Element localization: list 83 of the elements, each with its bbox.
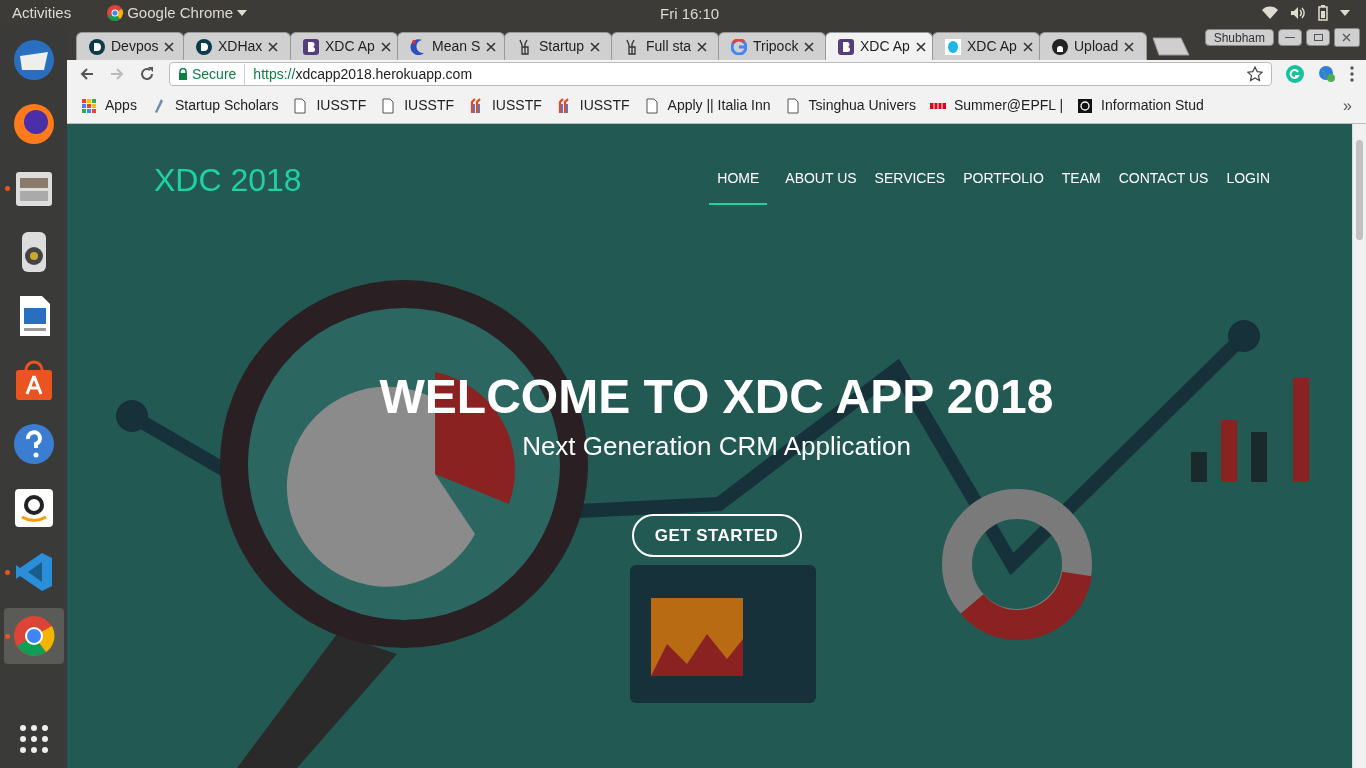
browser-tab[interactable]: Devpos [76,32,184,60]
tab-close-icon[interactable] [164,41,175,52]
nav-link[interactable]: CONTACT US [1118,154,1209,205]
battery-icon[interactable] [1318,5,1328,21]
address-bar[interactable]: Secure https://xdcapp2018.herokuapp.com [169,62,1272,86]
wifi-icon[interactable] [1262,6,1278,20]
bookmark-item[interactable]: Tsinghua Univers [784,95,916,116]
bookmark-item[interactable]: Apps [81,95,137,116]
browser-tab[interactable]: XDC Ap [290,32,398,60]
bookmark-item[interactable]: IUSSTF [555,95,630,116]
app-grid-icon[interactable] [18,724,49,754]
b-logo-icon [838,38,854,55]
tab-close-icon[interactable] [804,41,815,52]
activities-button[interactable]: Activities [0,1,84,25]
system-menu-caret-icon[interactable] [1340,10,1350,16]
b-logo-icon [303,38,319,55]
chrome-icon [107,5,124,21]
scrollbar[interactable] [1352,124,1366,768]
dropdown-caret-icon [237,10,248,16]
bookmark-item[interactable]: Apply || Italia Inn [643,95,771,116]
url-text: https://xdcapp2018.herokuapp.com [252,64,473,84]
bookmark-item[interactable]: IUSSTF [292,95,367,116]
nav-link[interactable]: PORTFOLIO [963,154,1044,205]
restore-button[interactable] [1306,29,1330,46]
bookmark-star-icon[interactable] [1247,66,1263,82]
volume-icon[interactable] [1290,6,1306,20]
tab-close-icon[interactable] [1124,41,1135,52]
bookmark-item[interactable]: Summer@EPFL | [929,95,1064,116]
close-button[interactable] [1334,28,1360,47]
app-menu[interactable]: Google Chrome [107,1,248,25]
globe-extension-icon[interactable] [1318,65,1336,83]
menu-icon[interactable] [1350,66,1354,82]
tab-close-icon[interactable] [268,41,279,52]
page-icon [784,97,801,114]
crescent-icon [410,38,426,55]
browser-tab[interactable]: Upload [1039,32,1147,60]
chrome-icon[interactable] [11,614,56,658]
clock[interactable]: Fri 16:10 [660,3,720,26]
help-icon[interactable] [11,422,56,466]
browser-tab[interactable]: Full sta [611,32,719,60]
google-icon [731,38,747,55]
bookmark-item[interactable]: Startup Scholars [150,95,279,116]
tab-close-icon[interactable] [590,41,601,52]
new-tab-button[interactable] [1151,36,1191,56]
tab-close-icon[interactable] [697,41,708,52]
site-logo[interactable]: XDC 2018 [154,155,302,204]
tab-close-icon[interactable] [486,41,497,52]
bookmark-item[interactable]: Information Stud [1077,95,1204,116]
browser-tab[interactable]: Tripock [718,32,826,60]
browser-tab[interactable]: XDHax [183,32,291,60]
more-bookmarks-button[interactable]: » [1343,93,1352,118]
hero-title: WELCOME TO XDC APP 2018 [379,369,1054,425]
reload-button[interactable] [139,66,155,82]
browser-tab[interactable]: Mean S [397,32,505,60]
logo-icon [468,97,484,114]
browser-tab[interactable]: Startup [504,32,612,60]
firefox-icon[interactable] [11,102,56,146]
lock-icon [178,68,188,80]
bookmark-item[interactable]: IUSSTF [380,95,454,116]
page-icon [643,97,660,114]
tab-close-icon[interactable] [915,41,926,52]
droplet-icon [945,38,961,55]
back-button[interactable] [79,66,95,82]
nav-link[interactable]: TEAM [1061,154,1101,205]
tab-close-icon[interactable] [1022,41,1033,52]
secure-label: Secure [192,63,246,85]
tab-close-icon[interactable] [380,41,391,52]
browser-tab[interactable]: XDC Ap [932,32,1040,60]
browser-tab[interactable]: XDC Ap [825,32,933,60]
nav-link[interactable]: HOME [709,154,768,205]
nav-link[interactable]: ABOUT US [785,154,857,205]
page-icon [380,97,397,114]
emblem-icon [1077,97,1094,114]
apps-grid-icon [81,97,97,114]
nav-link[interactable]: SERVICES [874,154,946,205]
minimize-button[interactable] [1278,29,1302,46]
bookmark-item[interactable]: IUSSTF [468,95,542,116]
hero-subtitle: Next Generation CRM Application [522,430,911,463]
nav-link[interactable]: LOGIN [1226,154,1270,205]
profile-button[interactable]: Shubham [1204,29,1274,46]
page-icon [292,97,309,114]
mail-icon[interactable] [11,38,56,82]
get-started-button[interactable]: GET STARTED [631,514,802,557]
